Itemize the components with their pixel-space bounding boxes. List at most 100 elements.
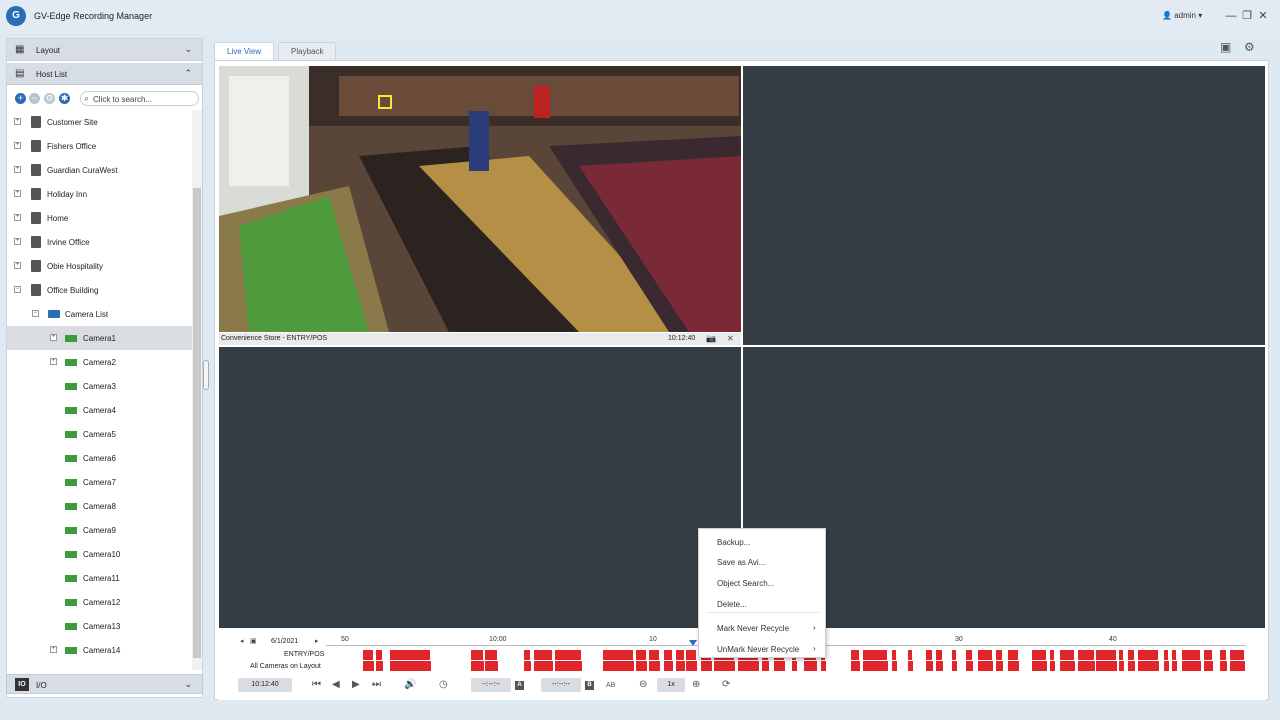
tree-node-camera3[interactable]: Camera3 xyxy=(7,374,192,398)
next-date-icon[interactable]: ▸ xyxy=(315,637,319,645)
recording-segment xyxy=(603,650,633,660)
tree-node-customer-site[interactable]: + Customer Site xyxy=(7,110,192,134)
set-a-button[interactable]: A xyxy=(515,681,524,690)
expand-toggle-icon[interactable]: + xyxy=(50,646,57,653)
minimize-icon[interactable]: — xyxy=(1224,8,1238,24)
recording-track-all-cameras[interactable] xyxy=(326,661,1246,671)
menu-item-backup[interactable]: Backup... xyxy=(717,538,750,547)
tree-node-camera10[interactable]: Camera10 xyxy=(7,542,192,566)
tab-playback[interactable]: Playback xyxy=(278,42,337,60)
tree-node-label: Camera5 xyxy=(83,430,116,439)
tree-node-camera7[interactable]: Camera7 xyxy=(7,470,192,494)
expand-toggle-icon[interactable]: + xyxy=(50,358,57,365)
tree-node-camera13[interactable]: Camera13 xyxy=(7,614,192,638)
gear-icon[interactable]: ⚙ xyxy=(1244,40,1255,54)
snapshot-icon[interactable]: 📷 xyxy=(706,334,716,343)
connect-icon[interactable]: ⚙ xyxy=(44,93,55,104)
camera-feed[interactable] xyxy=(219,66,741,332)
range-a-time[interactable]: --:--:-- xyxy=(471,678,511,692)
clock-icon[interactable]: ◷ xyxy=(439,679,448,690)
tree-scrollbar[interactable] xyxy=(192,110,202,670)
expand-toggle-icon[interactable]: + xyxy=(14,238,21,245)
menu-item-mark-never-recycle[interactable]: Mark Never Recycle xyxy=(717,624,789,633)
menu-item-save-avi[interactable]: Save as Avi... xyxy=(717,558,765,567)
tree-node-fishers-office[interactable]: + Fishers Office xyxy=(7,134,192,158)
menu-separator xyxy=(707,612,819,613)
tab-live-view[interactable]: Live View xyxy=(214,42,275,60)
tree-node-camera4[interactable]: Camera4 xyxy=(7,398,192,422)
expand-toggle-icon[interactable]: + xyxy=(14,190,21,197)
tree-node-camera2[interactable]: + Camera2 xyxy=(7,350,192,374)
refresh-icon[interactable]: ⟳ xyxy=(722,679,730,690)
tree-node-camera12[interactable]: Camera12 xyxy=(7,590,192,614)
add-host-icon[interactable]: + xyxy=(15,93,26,104)
settings-icon[interactable]: ✱ xyxy=(59,93,70,104)
menu-item-unmark-never-recycle[interactable]: UnMark Never Recycle xyxy=(717,645,799,654)
tree-node-label: Camera List xyxy=(65,310,109,319)
tree-node-camera1[interactable]: + Camera1 xyxy=(7,326,192,350)
expand-toggle-icon[interactable]: + xyxy=(14,262,21,269)
tree-node-obie-hospitality[interactable]: + Obie Hospitality xyxy=(7,254,192,278)
recording-segment xyxy=(534,650,552,660)
tree-node-camera14[interactable]: + Camera14 xyxy=(7,638,192,662)
tree-node-camera11[interactable]: Camera11 xyxy=(7,566,192,590)
zoom-out-icon[interactable]: ⊖ xyxy=(639,679,647,690)
ab-repeat-button[interactable]: AB xyxy=(606,682,615,689)
menu-item-object-search[interactable]: Object Search... xyxy=(717,579,774,588)
current-time-box[interactable]: 10:12:40 xyxy=(238,678,292,692)
expand-toggle-icon[interactable]: + xyxy=(14,166,21,173)
tree-node-office-building[interactable]: − Office Building xyxy=(7,278,192,302)
empty-video-cell[interactable] xyxy=(743,66,1265,345)
search-input[interactable]: ⌕ Click to search... xyxy=(80,91,199,106)
layout-select-icon[interactable]: ▣ xyxy=(1220,40,1231,54)
set-b-button[interactable]: B xyxy=(585,681,594,690)
tree-node-holiday-inn[interactable]: + Holiday Inn xyxy=(7,182,192,206)
io-section-header[interactable]: IO I/O ⌄ xyxy=(6,674,203,694)
skip-start-icon[interactable]: ⏮ xyxy=(312,679,321,690)
chevron-down-icon[interactable]: ⌄ xyxy=(184,44,192,55)
range-b-time[interactable]: --:--:-- xyxy=(541,678,581,692)
tree-node-camera5[interactable]: Camera5 xyxy=(7,422,192,446)
chevron-up-icon[interactable]: ⌃ xyxy=(184,68,192,79)
calendar-icon[interactable]: ▣ xyxy=(250,637,257,645)
play-icon[interactable]: ▶ xyxy=(352,679,360,690)
expand-toggle-icon[interactable]: + xyxy=(14,142,21,149)
expand-toggle-icon[interactable]: − xyxy=(32,310,39,317)
host-list-section-header[interactable]: ▤ Host List ⌃ xyxy=(7,63,202,85)
tree-node-camera9[interactable]: Camera9 xyxy=(7,518,192,542)
timeline-position-marker[interactable] xyxy=(689,640,697,646)
user-menu[interactable]: 👤 admin ▾ xyxy=(1162,11,1202,20)
tree-node-home[interactable]: + Home xyxy=(7,206,192,230)
track-label-entry-pos: ENTRY/POS xyxy=(284,651,325,658)
tree-node-irvine-office[interactable]: + Irvine Office xyxy=(7,230,192,254)
prev-date-icon[interactable]: ◂ xyxy=(240,637,244,645)
expand-toggle-icon[interactable]: + xyxy=(14,214,21,221)
menu-item-delete[interactable]: Delete... xyxy=(717,600,747,609)
close-icon[interactable]: ✕ xyxy=(1256,8,1270,24)
expand-toggle-icon[interactable]: − xyxy=(14,286,21,293)
recording-segment xyxy=(1032,650,1046,660)
timeline-tick: 50 xyxy=(341,636,349,643)
close-feed-icon[interactable]: ✕ xyxy=(727,334,734,343)
expand-toggle-icon[interactable]: + xyxy=(50,334,57,341)
zoom-in-icon[interactable]: ⊕ xyxy=(692,679,700,690)
recording-segment xyxy=(1096,661,1117,671)
remove-host-icon[interactable]: − xyxy=(29,93,40,104)
step-back-icon[interactable]: ◀ xyxy=(332,679,340,690)
recording-segment xyxy=(471,650,483,660)
empty-video-cell[interactable] xyxy=(219,347,741,628)
tree-node-camera6[interactable]: Camera6 xyxy=(7,446,192,470)
tree-node-guardian-curawest[interactable]: + Guardian CuraWest xyxy=(7,158,192,182)
restore-icon[interactable]: ❐ xyxy=(1240,8,1254,24)
tree-node-camera-list[interactable]: − Camera List xyxy=(7,302,192,326)
chevron-down-icon[interactable]: ⌄ xyxy=(184,679,192,690)
tree-node-camera8[interactable]: Camera8 xyxy=(7,494,192,518)
speed-box[interactable]: 1x xyxy=(657,678,685,692)
skip-end-icon[interactable]: ⏭ xyxy=(372,679,381,690)
expand-toggle-icon[interactable]: + xyxy=(14,118,21,125)
layout-section-header[interactable]: ▦ Layout ⌄ xyxy=(7,39,202,61)
timeline-date[interactable]: 6/1/2021 xyxy=(271,638,298,645)
volume-icon[interactable]: 🔊 xyxy=(404,679,416,690)
panel-splitter-handle[interactable] xyxy=(203,360,209,390)
scrollbar-thumb[interactable] xyxy=(193,188,201,658)
